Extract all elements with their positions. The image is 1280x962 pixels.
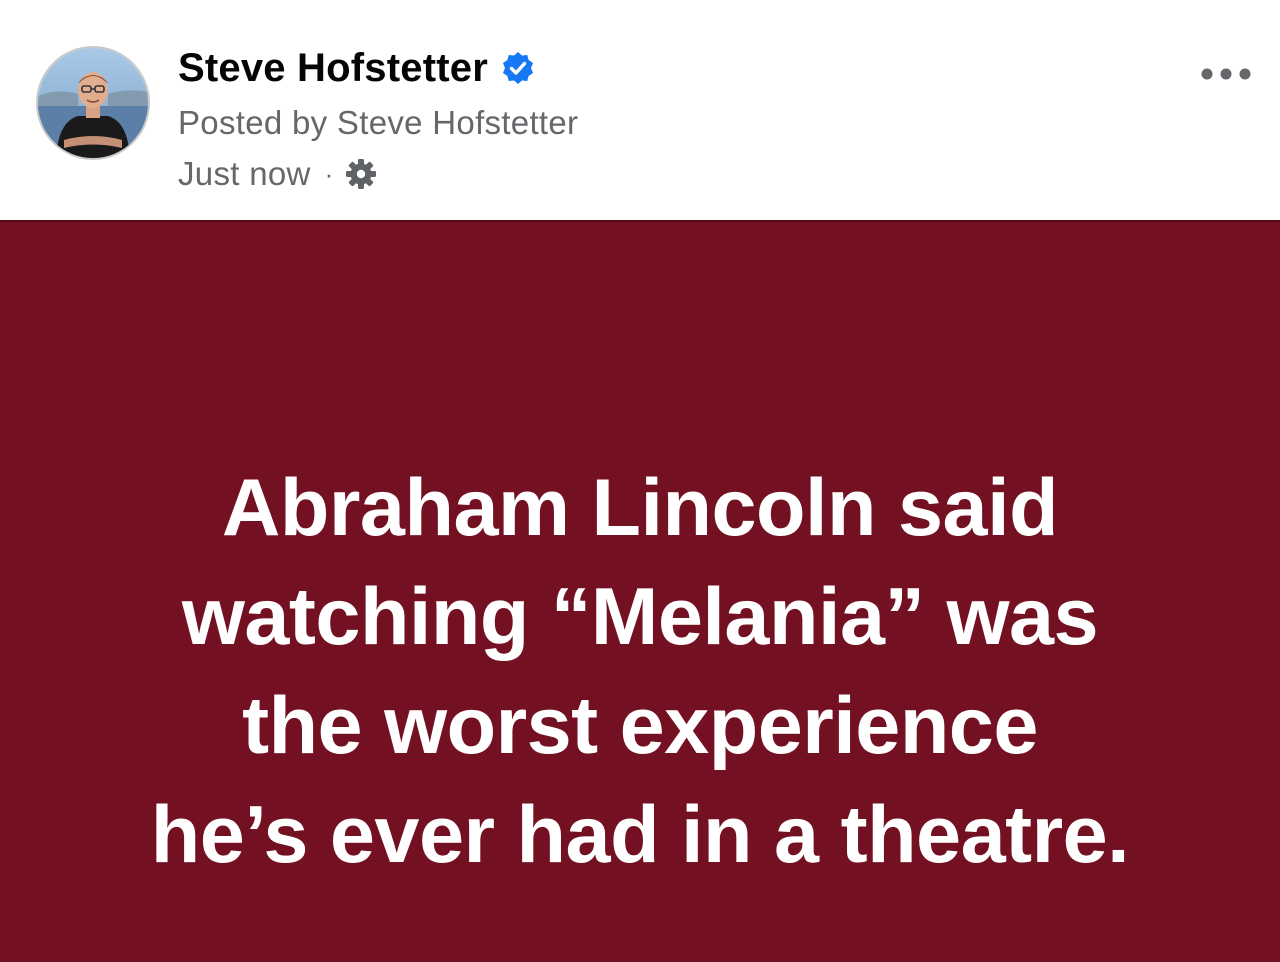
meta-separator: · — [324, 158, 334, 189]
posted-by-text: Posted by Steve Hofstetter — [178, 104, 579, 141]
post-header: Steve Hofstetter Posted by Steve Hofstet… — [0, 0, 1280, 220]
post-text-line: the worst experience — [242, 681, 1038, 771]
gear-icon[interactable] — [344, 157, 378, 191]
author-row: Steve Hofstetter — [178, 42, 536, 94]
verified-badge-icon — [500, 50, 536, 86]
author-name[interactable]: Steve Hofstetter — [178, 46, 488, 91]
post-timestamp[interactable]: Just now — [178, 155, 311, 193]
avatar-photo — [38, 48, 148, 158]
post-meta: Just now · — [178, 154, 378, 194]
post-text-line: Abraham Lincoln said — [221, 463, 1059, 553]
ellipsis-icon — [1201, 68, 1251, 80]
post-text-line: watching “Melania” was — [181, 572, 1099, 662]
post-text: Abraham Lincoln said watching “Melania” … — [60, 454, 1220, 890]
post-text-line: he’s ever had in a theatre. — [150, 790, 1130, 880]
author-avatar[interactable] — [36, 46, 150, 160]
post-text-background: Abraham Lincoln said watching “Melania” … — [0, 220, 1280, 962]
more-options-button[interactable] — [1196, 54, 1256, 94]
